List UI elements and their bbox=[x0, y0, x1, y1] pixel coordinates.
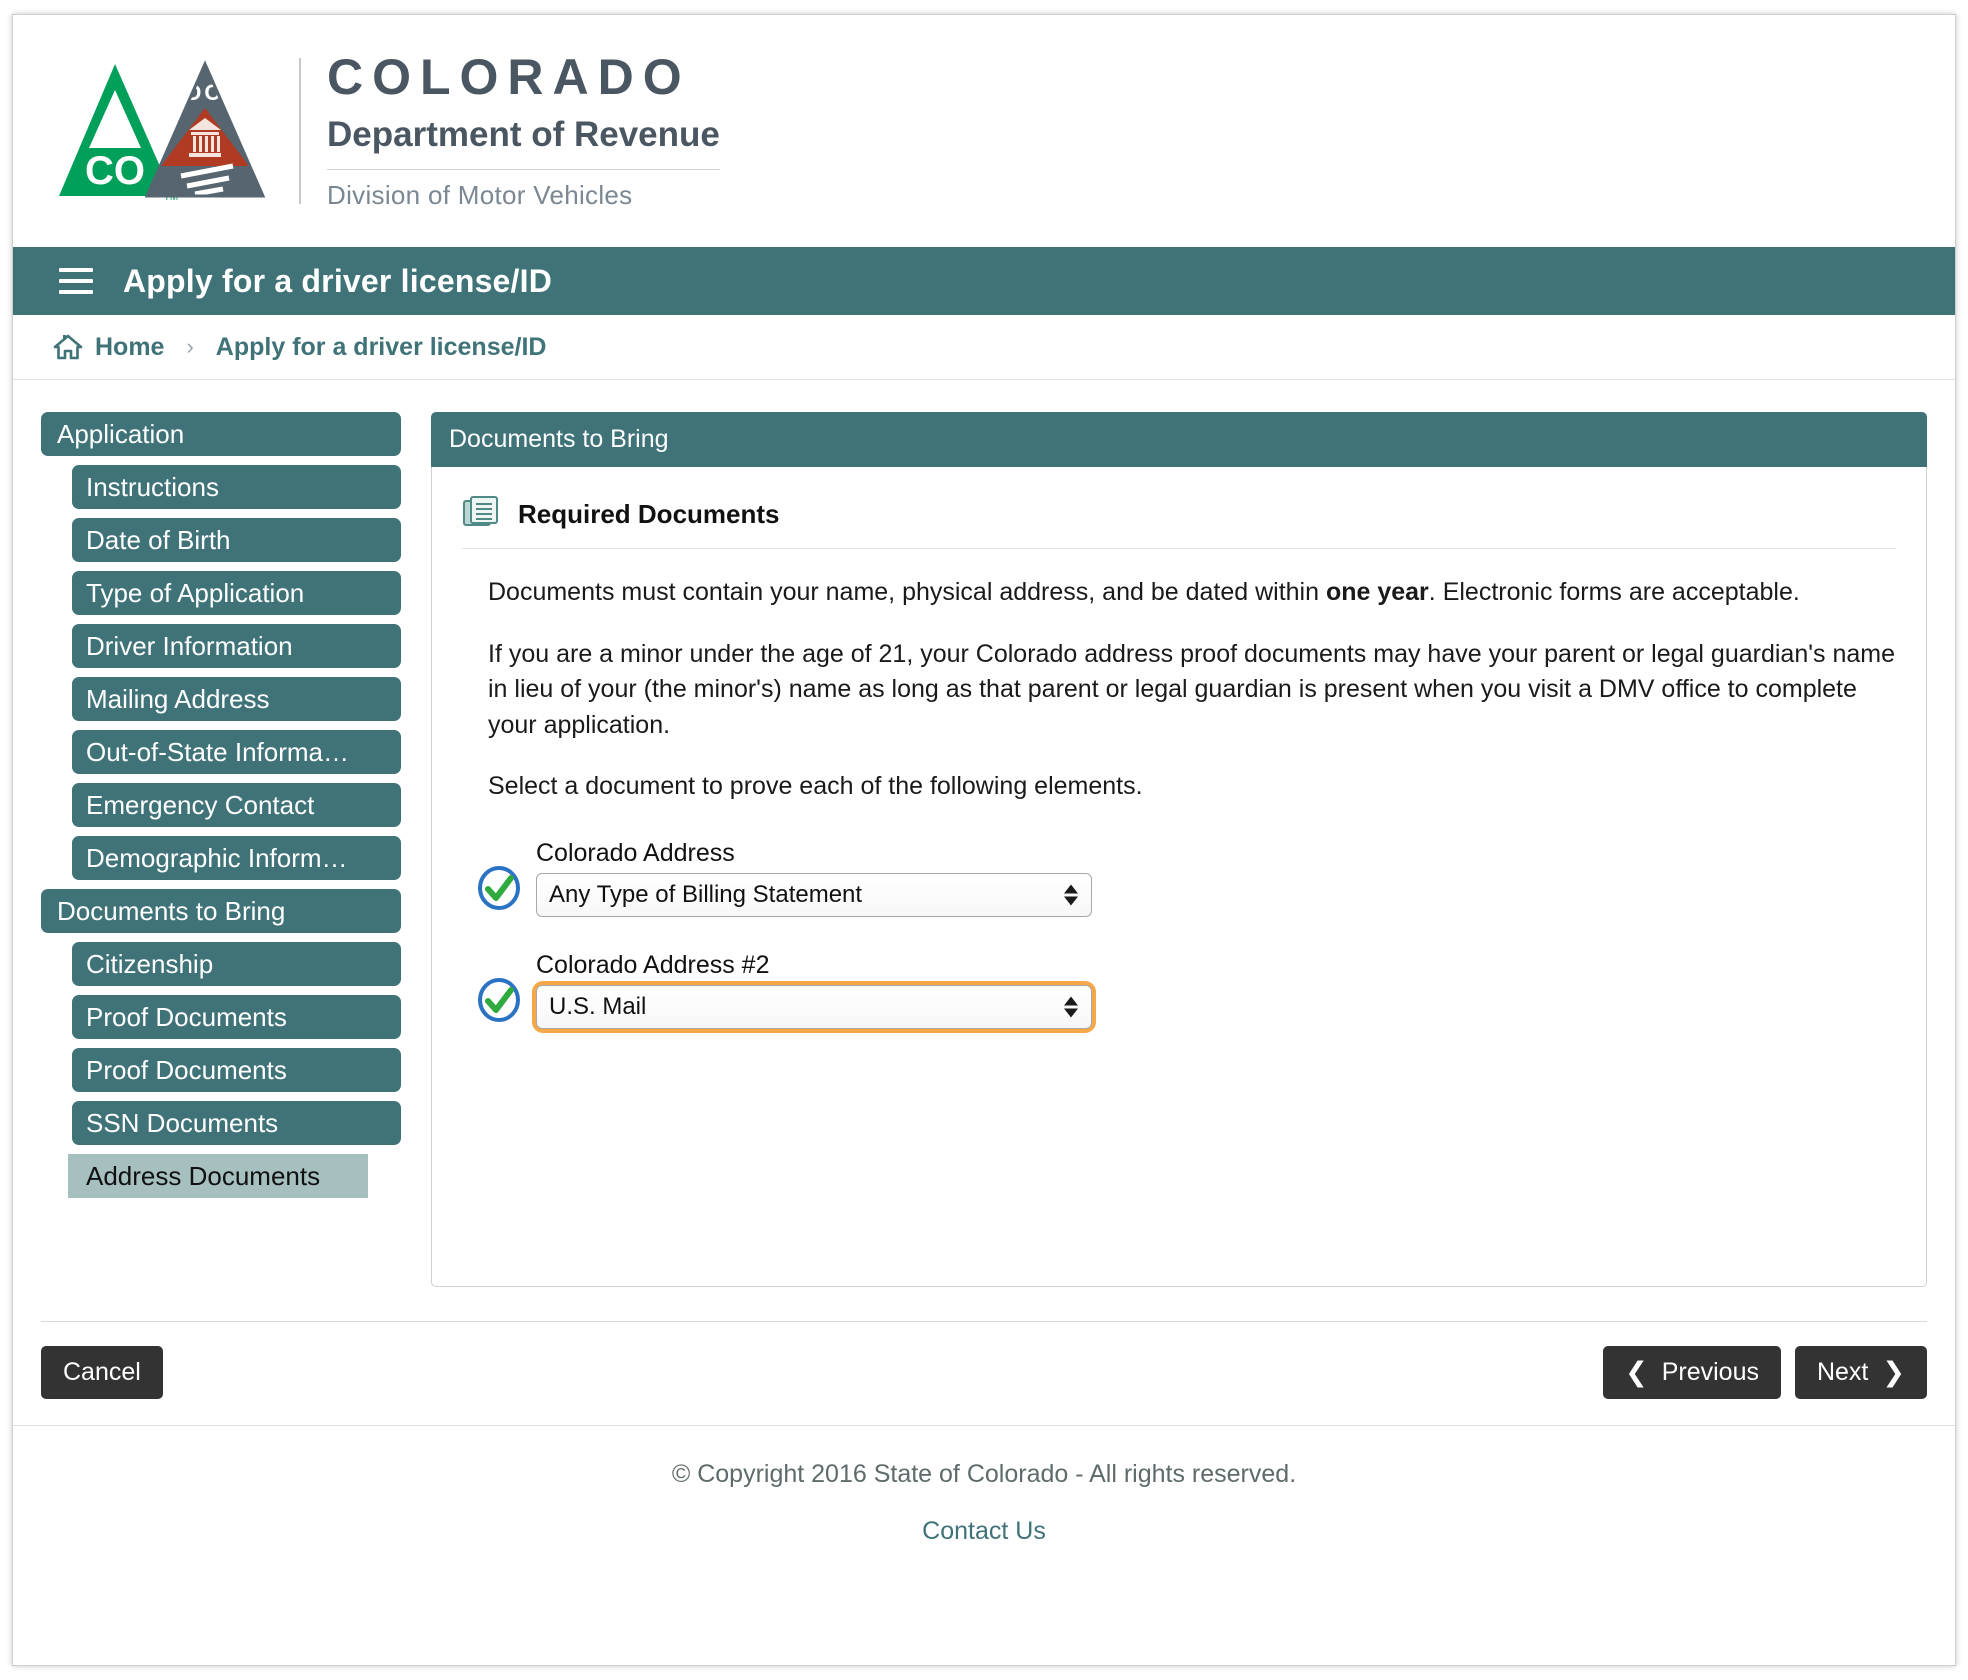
sidebar-item-emergency-contact[interactable]: Emergency Contact bbox=[72, 783, 401, 827]
field-label-colorado-address: Colorado Address bbox=[536, 838, 735, 867]
required-documents-title: Required Documents bbox=[518, 499, 780, 529]
sidebar-nav: Application Instructions Date of Birth T… bbox=[41, 412, 401, 1287]
brand-division: Division of Motor Vehicles bbox=[327, 180, 633, 211]
colorado-dor-logo: CO TM CDOR COLORADO Department of Revenu… bbox=[57, 51, 720, 212]
sidebar-group-application[interactable]: Application bbox=[41, 412, 401, 456]
action-bar: Cancel ❮ Previous Next ❯ bbox=[41, 1321, 1927, 1425]
sidebar-item-label: Type of Application bbox=[86, 577, 305, 608]
sidebar-item-address-documents[interactable]: Address Documents bbox=[68, 1154, 368, 1198]
panel-header: Documents to Bring bbox=[431, 412, 1927, 467]
sidebar-item-citizenship[interactable]: Citizenship bbox=[72, 942, 401, 986]
home-icon[interactable] bbox=[53, 333, 83, 361]
logo-marks: CO TM CDOR bbox=[57, 56, 293, 206]
page-frame: CO TM CDOR COLORADO Department of Revenu… bbox=[12, 14, 1956, 1666]
green-check-icon bbox=[476, 865, 522, 916]
brand-department: Department of Revenue bbox=[327, 115, 720, 155]
chevron-updown-icon bbox=[1064, 996, 1078, 1017]
nav-button-group: ❮ Previous Next ❯ bbox=[1603, 1346, 1927, 1399]
select-shell-colorado-address: Any Type of Billing Statement bbox=[536, 872, 1092, 917]
brand-vertical-divider bbox=[299, 58, 301, 204]
field-label-colorado-address-2: Colorado Address #2 bbox=[536, 950, 770, 979]
sidebar-item-label: Driver Information bbox=[86, 630, 293, 661]
select-colorado-address-2[interactable]: U.S. Mail bbox=[536, 984, 1092, 1029]
documents-icon bbox=[462, 495, 502, 534]
sidebar-item-label: Out-of-State Informa… bbox=[86, 736, 349, 767]
sidebar-item-label: Mailing Address bbox=[86, 683, 270, 714]
svg-text:CDOR: CDOR bbox=[167, 80, 244, 105]
required-documents-header: Required Documents bbox=[462, 495, 1896, 549]
sidebar-item-date-of-birth[interactable]: Date of Birth bbox=[72, 518, 401, 562]
cancel-button[interactable]: Cancel bbox=[41, 1346, 163, 1399]
field-column: Colorado Address Any Type of Billing Sta… bbox=[536, 839, 1092, 917]
contact-us-link[interactable]: Contact Us bbox=[922, 1517, 1046, 1546]
hamburger-icon[interactable] bbox=[59, 268, 93, 294]
paragraph-one-part2: . Electronic forms are acceptable. bbox=[1428, 578, 1800, 606]
breadcrumb: Home › Apply for a driver license/ID bbox=[13, 315, 1955, 380]
paragraph-one-part1: Documents must contain your name, physic… bbox=[488, 578, 1326, 606]
sidebar-item-label: Proof Documents bbox=[86, 1001, 287, 1032]
sidebar-item-demographic-information[interactable]: Demographic Inform… bbox=[72, 836, 401, 880]
page-title: Apply for a driver license/ID bbox=[123, 262, 553, 299]
previous-button[interactable]: ❮ Previous bbox=[1603, 1346, 1781, 1399]
sidebar-item-label: Address Documents bbox=[86, 1160, 321, 1191]
sidebar-group-documents-to-bring[interactable]: Documents to Bring bbox=[41, 889, 401, 933]
next-button[interactable]: Next ❯ bbox=[1794, 1346, 1927, 1399]
sidebar-item-proof-documents-1[interactable]: Proof Documents bbox=[72, 995, 401, 1039]
sidebar-item-driver-information[interactable]: Driver Information bbox=[72, 624, 401, 668]
breadcrumb-current: Apply for a driver license/ID bbox=[215, 332, 547, 361]
sidebar-item-out-of-state-information[interactable]: Out-of-State Informa… bbox=[72, 730, 401, 774]
previous-button-label: Previous bbox=[1661, 1358, 1759, 1386]
sidebar-item-label: Citizenship bbox=[86, 948, 214, 979]
green-check-icon bbox=[476, 977, 522, 1028]
chevron-left-icon: ❮ bbox=[1625, 1357, 1648, 1387]
sidebar-item-instructions[interactable]: Instructions bbox=[72, 465, 401, 509]
chevron-updown-icon bbox=[1064, 884, 1078, 905]
breadcrumb-separator: › bbox=[186, 334, 194, 359]
paragraph-one-bold: one year bbox=[1325, 578, 1429, 606]
sidebar-item-label: Date of Birth bbox=[86, 524, 231, 555]
sidebar-item-label: Proof Documents bbox=[86, 1054, 287, 1085]
brand-state-name: COLORADO bbox=[327, 48, 691, 105]
brand-horizontal-divider bbox=[327, 169, 720, 171]
paragraph-two: If you are a minor under the age of 21, … bbox=[488, 639, 1895, 739]
brand-text: COLORADO Department of Revenue Division … bbox=[327, 51, 720, 212]
copyright-text: © Copyright 2016 State of Colorado - All… bbox=[671, 1460, 1297, 1488]
paragraph-one: Documents must contain your name, physic… bbox=[488, 575, 1896, 611]
paragraph-three: Select a document to prove each of the f… bbox=[488, 772, 1143, 800]
field-colorado-address-2: Colorado Address #2 U.S. Mail bbox=[462, 951, 1896, 1029]
cancel-button-label: Cancel bbox=[63, 1358, 141, 1386]
sidebar-item-type-of-application[interactable]: Type of Application bbox=[72, 571, 401, 615]
select-shell-colorado-address-2: U.S. Mail bbox=[536, 984, 1092, 1029]
app-title-bar: Apply for a driver license/ID bbox=[13, 247, 1955, 315]
page-footer: © Copyright 2016 State of Colorado - All… bbox=[13, 1425, 1955, 1546]
logo-svg: CO TM CDOR bbox=[59, 60, 266, 203]
chevron-right-icon: ❯ bbox=[1882, 1357, 1905, 1387]
svg-text:CO: CO bbox=[85, 149, 145, 193]
panel-body: Required Documents Documents must contai… bbox=[431, 467, 1927, 1287]
sidebar-item-label: SSN Documents bbox=[86, 1107, 279, 1138]
sidebar-item-label: Instructions bbox=[86, 471, 219, 502]
sidebar-item-mailing-address[interactable]: Mailing Address bbox=[72, 677, 401, 721]
next-button-label: Next bbox=[1816, 1358, 1869, 1386]
sidebar-item-label: Demographic Inform… bbox=[86, 842, 348, 873]
select-colorado-address[interactable]: Any Type of Billing Statement bbox=[536, 872, 1092, 917]
field-column: Colorado Address #2 U.S. Mail bbox=[536, 951, 1092, 1029]
breadcrumb-home-link[interactable]: Home bbox=[95, 333, 164, 362]
sidebar-item-label: Emergency Contact bbox=[86, 789, 315, 820]
sidebar-group-label: Documents to Bring bbox=[57, 895, 286, 926]
brand-header: CO TM CDOR COLORADO Department of Revenu… bbox=[13, 15, 1955, 247]
field-colorado-address: Colorado Address Any Type of Billing Sta… bbox=[462, 839, 1896, 917]
sidebar-item-ssn-documents[interactable]: SSN Documents bbox=[72, 1101, 401, 1145]
sidebar-group-label: Application bbox=[57, 418, 185, 449]
content-area: Application Instructions Date of Birth T… bbox=[13, 380, 1955, 1287]
main-panel: Documents to Bring Required Documents Do… bbox=[431, 412, 1927, 1287]
sidebar-item-proof-documents-2[interactable]: Proof Documents bbox=[72, 1048, 401, 1092]
